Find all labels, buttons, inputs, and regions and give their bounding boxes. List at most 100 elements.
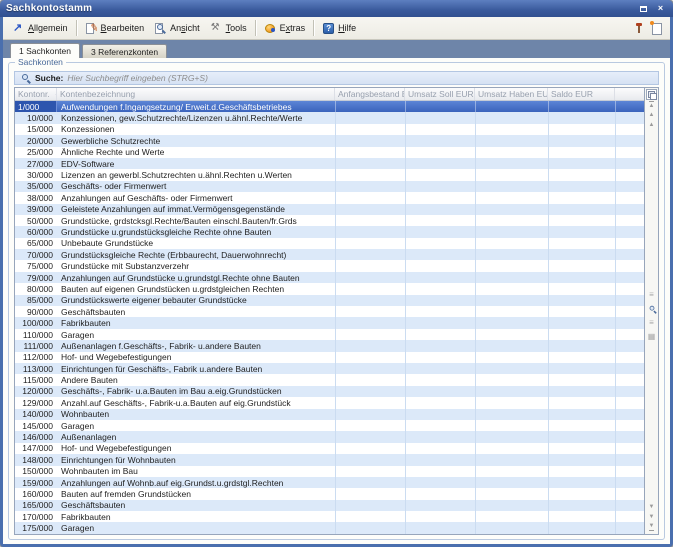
scroll-up-button[interactable]: ▲	[646, 110, 658, 120]
table-row[interactable]: 75/000Grundstücke mit Substanzverzehr	[15, 260, 644, 271]
cell-anfangsbestand	[335, 249, 405, 260]
column-view-button[interactable]: ≡	[646, 318, 658, 329]
table-row[interactable]: 50/000Grundstücke, grdstcksgl.Rechte/Bau…	[15, 215, 644, 226]
table-row[interactable]: 25/000Ähnliche Rechte und Werte	[15, 147, 644, 158]
cell-umsatz-haben	[475, 454, 548, 465]
block-select-button[interactable]: ▦	[646, 332, 658, 343]
cell-anfangsbestand	[335, 192, 405, 203]
restore-button[interactable]	[637, 3, 650, 14]
column-header-6[interactable]: Saldo EUR	[548, 88, 615, 100]
table-row[interactable]: 175/000Garagen	[15, 522, 644, 533]
scroll-top-button[interactable]: ▲	[646, 100, 658, 110]
pencil-glyph: ✎	[89, 22, 99, 34]
cell-umsatz-haben	[475, 431, 548, 442]
table-row[interactable]: 112/000Hof- und Wegebefestigungen	[15, 352, 644, 363]
toolbar-button-hilfe[interactable]: ?Hilfe	[317, 20, 361, 37]
cell-umsatz-haben	[475, 204, 548, 215]
column-header-1[interactable]: Kontonr.	[15, 88, 57, 100]
scroll-down-alt-button[interactable]: ▼	[646, 512, 658, 522]
table-row[interactable]: 111/000Außenanlagen f.Geschäfts-, Fabrik…	[15, 340, 644, 351]
cell-kontonr: 60/000	[15, 226, 57, 237]
table-row[interactable]: 30/000Lizenzen an gewerbl.Schutzrechten …	[15, 169, 644, 180]
table-row[interactable]: 70/000Grundstücksgleiche Rechte (Erbbaur…	[15, 249, 644, 260]
cell-umsatz-soll	[405, 295, 475, 306]
table-row[interactable]: 80/000Bauten auf eigenen Grundstücken u.…	[15, 283, 644, 294]
cell-umsatz-soll	[405, 522, 475, 533]
table-row[interactable]: 10/000Konzessionen, gew.Schutzrechte/Liz…	[15, 112, 644, 123]
cell-kontonr: 39/000	[15, 204, 57, 215]
new-note-icon[interactable]	[652, 22, 662, 34]
cell-umsatz-soll	[405, 158, 475, 169]
table-row[interactable]: 35/000Geschäfts- oder Firmenwert	[15, 181, 644, 192]
cell-saldo	[548, 443, 615, 454]
zoom-button[interactable]	[646, 304, 658, 315]
search-placeholder: Hier Suchbegriff eingeben (STRG+S)	[67, 73, 208, 83]
toolbar-button-allgemein[interactable]: Allgemein	[7, 20, 73, 37]
table-row[interactable]: 115/000Andere Bauten	[15, 374, 644, 385]
cell-umsatz-soll	[405, 306, 475, 317]
column-chooser-button[interactable]	[646, 89, 657, 100]
tab-sachkonten[interactable]: 1 Sachkonten	[10, 43, 80, 58]
table-row[interactable]: 159/000Anzahlungen auf Wohnb.auf eig.Gru…	[15, 477, 644, 488]
table-row[interactable]: 160/000Bauten auf fremden Grundstücken	[15, 488, 644, 499]
cell-saldo	[548, 249, 615, 260]
toolbar-button-tools[interactable]: Tools	[205, 20, 252, 37]
table-row[interactable]: 113/000Einrichtungen für Geschäfts-, Fab…	[15, 363, 644, 374]
toolbar: Allgemein ✎BearbeitenAnsichtTools Extras ?H…	[3, 17, 670, 40]
column-header-3[interactable]: Anfangsbestand EUR	[335, 88, 405, 100]
table-row[interactable]: 65/000Unbebaute Grundstücke	[15, 238, 644, 249]
cell-anfangsbestand	[335, 488, 405, 499]
cell-filler	[615, 397, 644, 408]
table-row[interactable]: 140/000Wohnbauten	[15, 409, 644, 420]
cell-kontenbezeichnung: EDV-Software	[57, 158, 335, 169]
toolbar-button-bearbeiten[interactable]: ✎Bearbeiten	[80, 20, 150, 37]
pin-icon[interactable]	[634, 22, 644, 34]
table-row[interactable]: 148/000Einrichtungen für Wohnbauten	[15, 454, 644, 465]
column-header-2[interactable]: Kontenbezeichnung	[57, 88, 335, 100]
table-row[interactable]: 146/000Außenanlagen	[15, 431, 644, 442]
table-row[interactable]: 20/000Gewerbliche Schutzrechte	[15, 135, 644, 146]
cell-filler	[615, 124, 644, 135]
table-row[interactable]: 38/000Anzahlungen auf Geschäfts- oder Fi…	[15, 192, 644, 203]
cell-filler	[615, 488, 644, 499]
cell-umsatz-haben	[475, 374, 548, 385]
table-row[interactable]: 39/000Geleistete Anzahlungen auf immat.V…	[15, 204, 644, 215]
title-bar: Sachkontostamm ×	[0, 0, 673, 17]
column-header-7[interactable]	[615, 88, 644, 100]
table-row[interactable]: 145/000Garagen	[15, 420, 644, 431]
close-button[interactable]: ×	[654, 3, 667, 14]
table-row[interactable]: 60/000Grundstücke u.grundstücksgleiche R…	[15, 226, 644, 237]
toolbar-button-ansicht[interactable]: Ansicht	[149, 20, 205, 37]
table-row[interactable]: 1/000Aufwendungen f.Ingangsetzung/ Erwei…	[15, 101, 644, 112]
table-row[interactable]: 120/000Geschäfts-, Fabrik- u.a.Bauten im…	[15, 386, 644, 397]
cell-kontenbezeichnung: Anzahl.auf Geschäfts-, Fabrik-u.a.Bauten…	[57, 397, 335, 408]
scroll-up-alt-button[interactable]: ▲	[646, 120, 658, 130]
toolbar-button-extras[interactable]: Extras	[259, 20, 311, 37]
cell-filler	[615, 260, 644, 271]
content-area: Sachkonten Suche: Hier Suchbegriff einge…	[3, 58, 670, 544]
table-row[interactable]: 15/000Konzessionen	[15, 124, 644, 135]
cell-kontenbezeichnung: Gewerbliche Schutzrechte	[57, 135, 335, 146]
tab-referenzkonten[interactable]: 3 Referenzkonten	[82, 44, 167, 58]
cell-anfangsbestand	[335, 500, 405, 511]
table-row[interactable]: 85/000Grundstückswerte eigener bebauter …	[15, 295, 644, 306]
table-row[interactable]: 90/000Geschäftsbauten	[15, 306, 644, 317]
table-row[interactable]: 147/000Hof- und Wegebefestigungen	[15, 443, 644, 454]
table-row[interactable]: 100/000Fabrikbauten	[15, 317, 644, 328]
column-header-5[interactable]: Umsatz Haben EUR	[475, 88, 548, 100]
list-view-button[interactable]: ≡	[646, 290, 658, 301]
table-row[interactable]: 129/000Anzahl.auf Geschäfts-, Fabrik-u.a…	[15, 397, 644, 408]
table-row[interactable]: 110/000Garagen	[15, 329, 644, 340]
scroll-down-button[interactable]: ▼	[646, 502, 658, 512]
search-input[interactable]: Suche: Hier Suchbegriff eingeben (STRG+S…	[14, 71, 659, 85]
cell-kontonr: 175/000	[15, 522, 57, 533]
column-header-4[interactable]: Umsatz Soll EUR	[405, 88, 475, 100]
table-row[interactable]: 27/000EDV-Software	[15, 158, 644, 169]
table-row[interactable]: 170/000Fabrikbauten	[15, 511, 644, 522]
scroll-bottom-button[interactable]: ▼	[646, 522, 658, 532]
question-glyph: ?	[323, 23, 334, 34]
table-row[interactable]: 150/000Wohnbauten im Bau	[15, 466, 644, 477]
table-row[interactable]: 165/000Geschäftsbauten	[15, 500, 644, 511]
table-row[interactable]: 79/000Anzahlungen auf Grundstücke u.grun…	[15, 272, 644, 283]
cell-filler	[615, 352, 644, 363]
